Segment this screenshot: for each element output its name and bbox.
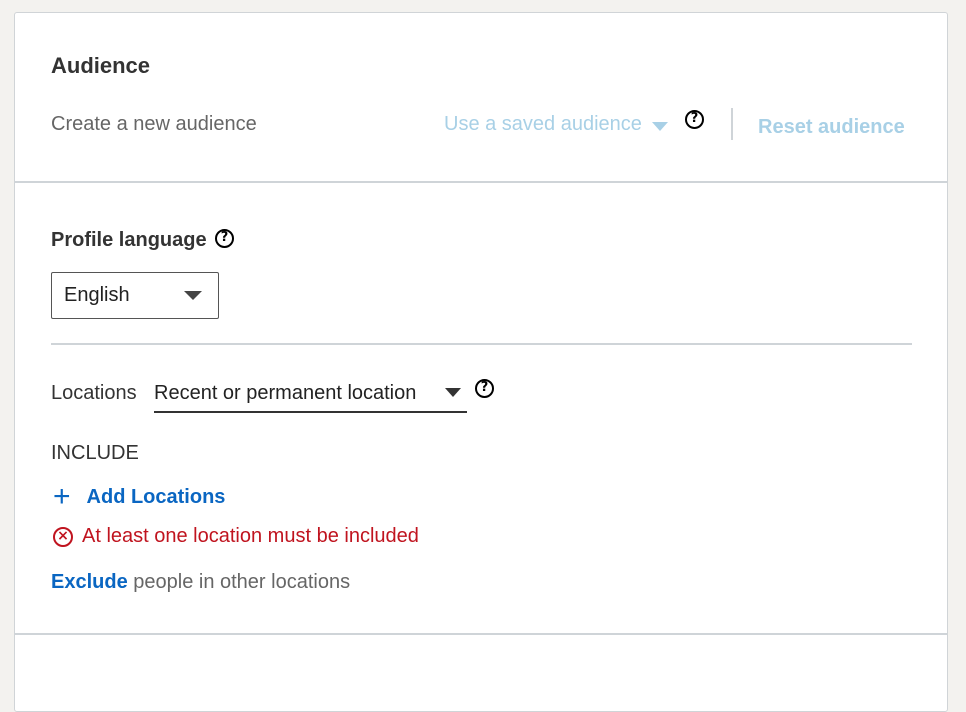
exclude-locations-line: Exclude people in other locations: [51, 571, 350, 594]
profile-language-select[interactable]: English: [51, 272, 219, 319]
audience-card: Audience Create a new audience Use a sav…: [14, 12, 948, 712]
saved-audience-label: Use a saved audience: [444, 113, 642, 135]
help-icon[interactable]: ?: [475, 379, 494, 398]
audience-title: Audience: [51, 53, 151, 78]
plus-icon: +: [53, 480, 71, 513]
profile-language-label: Profile language: [51, 229, 207, 251]
profile-language-value: English: [64, 284, 130, 306]
error-icon: ×: [53, 526, 73, 547]
add-locations-label: Add Locations: [86, 485, 226, 508]
vertical-divider: [731, 108, 733, 140]
saved-audience-dropdown[interactable]: Use a saved audience: [444, 113, 668, 136]
location-type-select[interactable]: Recent or permanent location: [154, 379, 467, 413]
exclude-link[interactable]: Exclude: [51, 571, 128, 593]
section-divider: [15, 633, 947, 635]
help-icon[interactable]: ?: [685, 110, 704, 129]
chevron-down-icon: [445, 388, 461, 397]
locations-label: Locations: [51, 382, 137, 404]
help-icon[interactable]: ?: [215, 229, 234, 248]
location-type-value: Recent or permanent location: [154, 382, 417, 404]
location-error-message: × At least one location must be included: [53, 525, 419, 548]
chevron-down-icon: [184, 291, 202, 300]
reset-audience-button[interactable]: Reset audience: [758, 116, 905, 139]
include-heading: INCLUDE: [51, 442, 139, 464]
audience-header-section: Audience Create a new audience Use a sav…: [15, 13, 947, 183]
exclude-description: people in other locations: [127, 571, 351, 593]
chevron-down-icon: [651, 121, 668, 131]
error-text: At least one location must be included: [82, 525, 419, 547]
add-locations-button[interactable]: + Add Locations: [53, 480, 226, 513]
create-new-audience-label: Create a new audience: [51, 113, 257, 135]
section-divider: [51, 343, 912, 345]
